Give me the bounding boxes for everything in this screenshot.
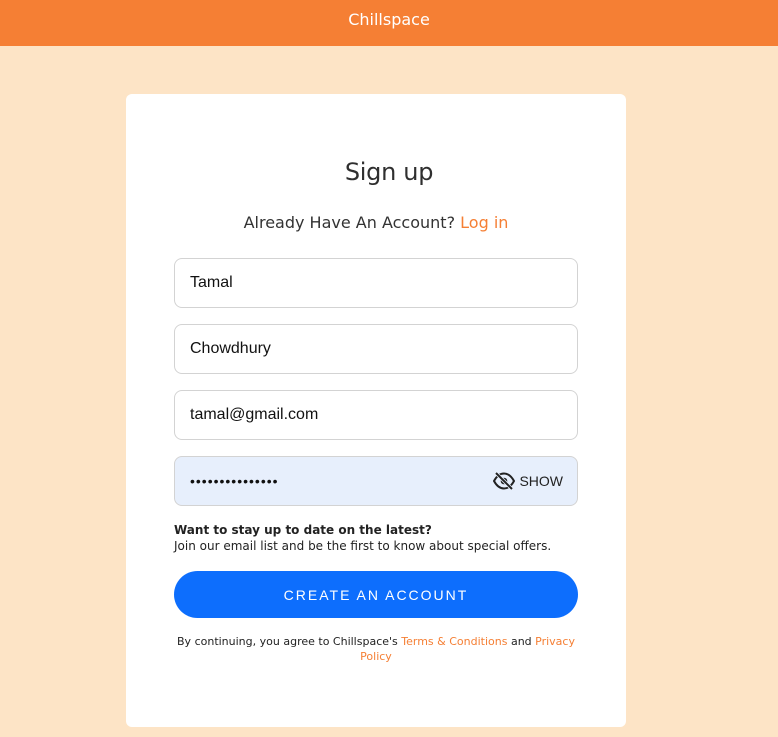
password-field[interactable] <box>175 457 475 505</box>
create-account-button[interactable]: CREATE AN ACCOUNT <box>174 571 578 618</box>
promo-text: Join our email list and be the first to … <box>174 539 552 553</box>
brand-name[interactable]: Chillspace <box>348 10 430 29</box>
eye-slash-icon <box>493 472 516 490</box>
legal-and: and <box>510 635 532 648</box>
terms-link[interactable]: Terms & Conditions <box>401 635 507 648</box>
login-prompt: Already Have An Account? Log in <box>0 213 752 232</box>
login-link[interactable]: Log in <box>460 213 508 232</box>
have-account-text: Already Have An Account? <box>243 213 456 232</box>
legal-notice: By continuing, you agree to Chillspace's… <box>174 634 578 664</box>
last-name-field-box <box>174 324 578 374</box>
show-password-toggle[interactable]: SHOW <box>493 457 563 505</box>
password-field-box: SHOW <box>174 456 578 506</box>
last-name-field[interactable] <box>175 325 577 373</box>
promo-heading: Want to stay up to date on the latest? <box>174 523 432 537</box>
first-name-field-box <box>174 258 578 308</box>
first-name-field[interactable] <box>175 259 577 307</box>
newsletter-promo: Want to stay up to date on the latest? J… <box>174 522 594 554</box>
legal-prefix: By continuing, you agree to Chillspace's <box>177 635 398 648</box>
email-field-box <box>174 390 578 440</box>
email-field[interactable] <box>175 391 577 439</box>
top-bar: Chillspace <box>0 0 778 46</box>
show-password-label: SHOW <box>519 473 563 489</box>
page-title: Sign up <box>344 158 434 186</box>
